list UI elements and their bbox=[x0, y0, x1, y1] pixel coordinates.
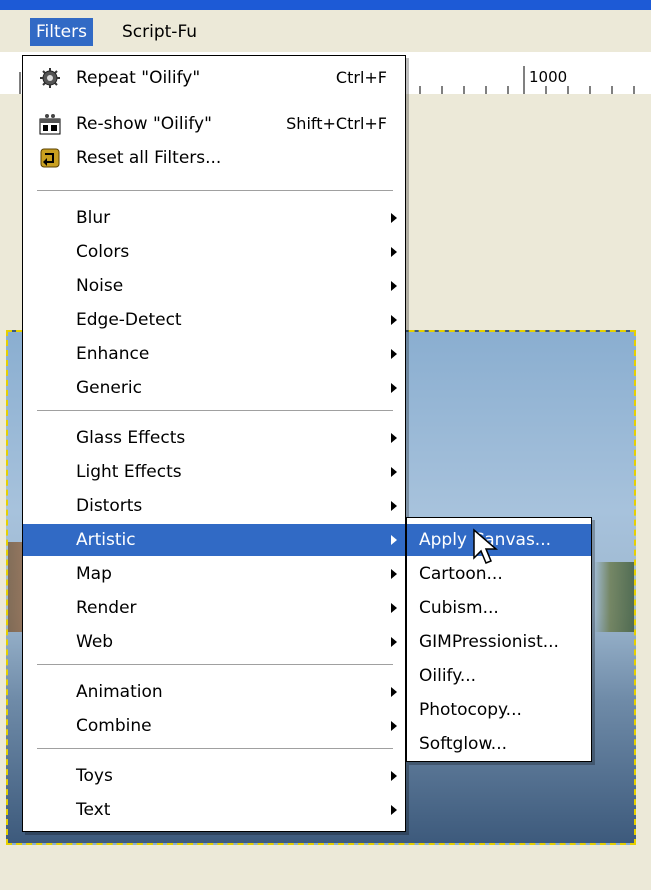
menu-item-generic[interactable]: Generic bbox=[23, 372, 405, 404]
submenu-arrow-icon bbox=[391, 535, 397, 545]
menu-item-label: Noise bbox=[76, 276, 124, 296]
menu-item-toys[interactable]: Toys bbox=[23, 760, 405, 792]
submenu-arrow-icon bbox=[391, 637, 397, 647]
menu-item-label: Glass Effects bbox=[76, 428, 186, 448]
submenu-arrow-icon bbox=[391, 687, 397, 697]
menu-item-web[interactable]: Web bbox=[23, 626, 405, 658]
menu-item-render[interactable]: Render bbox=[23, 592, 405, 624]
submenu-arrow-icon bbox=[391, 213, 397, 223]
menu-separator bbox=[37, 190, 393, 192]
submenu-item-label: GIMPressionist... bbox=[419, 632, 559, 652]
menu-item-label: Generic bbox=[76, 378, 142, 398]
menu-item-label: Repeat "Oilify" bbox=[76, 68, 201, 88]
menu-item-shortcut: Shift+Ctrl+F bbox=[286, 114, 387, 133]
submenu-item-oilify[interactable]: Oilify... bbox=[407, 660, 591, 692]
submenu-item-label: Softglow... bbox=[419, 734, 508, 754]
menu-item-label: Blur bbox=[76, 208, 111, 228]
submenu-item-gimpressionist[interactable]: GIMPressionist... bbox=[407, 626, 591, 658]
submenu-arrow-icon bbox=[391, 247, 397, 257]
submenu-arrow-icon bbox=[391, 603, 397, 613]
menu-item-label: Text bbox=[76, 800, 111, 820]
menu-item-map[interactable]: Map bbox=[23, 558, 405, 590]
submenu-arrow-icon bbox=[391, 721, 397, 731]
menu-item-text[interactable]: Text bbox=[23, 794, 405, 826]
submenu-item-photocopy[interactable]: Photocopy... bbox=[407, 694, 591, 726]
submenu-arrow-icon bbox=[391, 771, 397, 781]
menu-item-distorts[interactable]: Distorts bbox=[23, 490, 405, 522]
menu-item-label: Reset all Filters... bbox=[76, 148, 222, 168]
menu-item-label: Artistic bbox=[76, 530, 136, 550]
menu-item-colors[interactable]: Colors bbox=[23, 236, 405, 268]
menu-separator bbox=[37, 748, 393, 750]
menu-item-label: Edge-Detect bbox=[76, 310, 182, 330]
submenu-arrow-icon bbox=[391, 315, 397, 325]
window-title-strip bbox=[0, 0, 651, 10]
menu-item-label: Light Effects bbox=[76, 462, 182, 482]
menu-item-label: Combine bbox=[76, 716, 152, 736]
submenu-item-softglow[interactable]: Softglow... bbox=[407, 728, 591, 760]
menu-item-label: Enhance bbox=[76, 344, 150, 364]
menu-item-animation[interactable]: Animation bbox=[23, 676, 405, 708]
menu-item-noise[interactable]: Noise bbox=[23, 270, 405, 302]
menubar-filters[interactable]: Filters bbox=[30, 18, 93, 46]
menu-item-reshow[interactable]: Re-show "Oilify" Shift+Ctrl+F bbox=[23, 108, 405, 140]
menu-item-reset[interactable]: Reset all Filters... bbox=[23, 142, 405, 174]
filters-menu: Repeat "Oilify" Ctrl+F Re-show "Oilify" … bbox=[22, 55, 406, 832]
menu-item-label: Re-show "Oilify" bbox=[76, 114, 212, 134]
menu-item-artistic[interactable]: Artistic bbox=[23, 524, 405, 556]
menu-item-light-effects[interactable]: Light Effects bbox=[23, 456, 405, 488]
menu-item-blur[interactable]: Blur bbox=[23, 202, 405, 234]
submenu-arrow-icon bbox=[391, 349, 397, 359]
menu-item-label: Map bbox=[76, 564, 112, 584]
submenu-arrow-icon bbox=[391, 501, 397, 511]
menu-item-label: Colors bbox=[76, 242, 130, 262]
menu-bar: Filters Script-Fu bbox=[0, 10, 651, 53]
menu-item-combine[interactable]: Combine bbox=[23, 710, 405, 742]
gear-icon bbox=[40, 68, 60, 88]
menubar-script-fu[interactable]: Script-Fu bbox=[116, 18, 203, 46]
menu-separator bbox=[37, 410, 393, 412]
submenu-arrow-icon bbox=[391, 383, 397, 393]
photo-trees-right bbox=[594, 562, 634, 632]
submenu-item-cubism[interactable]: Cubism... bbox=[407, 592, 591, 624]
menu-item-label: Animation bbox=[76, 682, 163, 702]
menu-item-label: Render bbox=[76, 598, 137, 618]
menu-item-repeat[interactable]: Repeat "Oilify" Ctrl+F bbox=[23, 62, 405, 94]
submenu-item-label: Photocopy... bbox=[419, 700, 522, 720]
submenu-arrow-icon bbox=[391, 467, 397, 477]
submenu-item-label: Cubism... bbox=[419, 598, 499, 618]
ruler-label: 1000 bbox=[529, 68, 568, 86]
submenu-arrow-icon bbox=[391, 805, 397, 815]
submenu-arrow-icon bbox=[391, 281, 397, 291]
mouse-pointer-icon bbox=[473, 528, 499, 564]
submenu-arrow-icon bbox=[391, 569, 397, 579]
menu-item-edge-detect[interactable]: Edge-Detect bbox=[23, 304, 405, 336]
menu-item-label: Toys bbox=[76, 766, 113, 786]
menu-item-label: Web bbox=[76, 632, 114, 652]
submenu-arrow-icon bbox=[391, 433, 397, 443]
menu-item-glass-effects[interactable]: Glass Effects bbox=[23, 422, 405, 454]
menu-separator bbox=[37, 664, 393, 666]
reset-icon bbox=[40, 148, 60, 168]
menu-item-label: Distorts bbox=[76, 496, 143, 516]
submenu-item-label: Oilify... bbox=[419, 666, 477, 686]
menu-item-enhance[interactable]: Enhance bbox=[23, 338, 405, 370]
menu-item-shortcut: Ctrl+F bbox=[335, 68, 387, 87]
dialog-icon bbox=[39, 114, 61, 135]
